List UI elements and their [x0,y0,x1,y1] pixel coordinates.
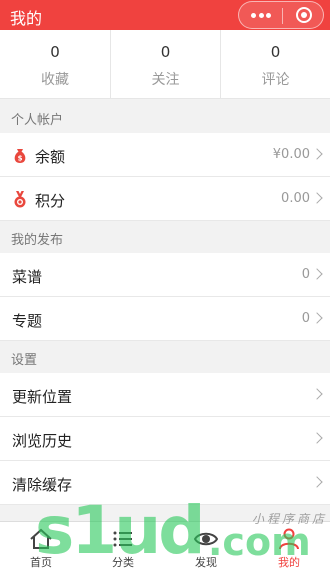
nav-header: 我的 [0,0,330,30]
row-label: 专题 [12,312,43,330]
tab-discover[interactable]: 发现 [165,522,247,575]
money-bag-icon: $ [14,149,26,163]
section-title: 个人帐户 [11,113,64,128]
points-value: 0.00 [281,191,310,206]
stats-bar: 0 收藏 0 关注 0 评论 [0,30,330,99]
section-header-account: 个人帐户 [0,101,330,133]
chevron-right-icon [311,192,323,204]
chevron-right-icon [311,312,323,324]
tab-bar: 首页 分类 发现 我的 [0,521,330,575]
section-title: 我的发布 [11,233,64,248]
chevron-right-icon [311,432,323,444]
svg-text:$: $ [18,155,23,163]
chevron-right-icon [311,148,323,160]
topics-count: 0 [301,311,310,326]
eye-icon [194,532,218,546]
row-label: 余额 [35,148,66,166]
tab-mine[interactable]: 我的 [248,522,330,575]
stat-comments-label: 评论 [261,72,290,88]
tab-label: 我的 [278,556,300,569]
more-options-icon[interactable] [251,13,271,18]
person-icon [279,528,299,550]
row-label: 积分 [35,192,66,210]
stat-following-count: 0 [160,43,171,61]
chevron-right-icon [311,476,323,488]
page-title: 我的 [10,9,43,28]
row-balance[interactable]: $ 余额 ¥0.00 [0,133,330,177]
stat-favorites-count: 0 [50,43,60,61]
row-update-location[interactable]: 更新位置 [0,373,330,417]
row-label: 更新位置 [12,388,73,406]
capsule-menu [238,1,324,29]
tab-label: 分类 [112,556,134,569]
row-label: 浏览历史 [12,432,73,450]
stat-comments[interactable]: 0 评论 [220,30,330,99]
recipes-count: 0 [301,267,310,282]
stat-comments-count: 0 [270,43,281,61]
tab-home[interactable]: 首页 [0,522,82,575]
tab-label: 发现 [195,556,217,569]
medal-icon [14,191,26,208]
list-icon [113,531,132,547]
section-title: 设置 [11,353,38,368]
chevron-right-icon [311,388,323,400]
tab-label: 首页 [30,556,52,569]
row-clear-cache[interactable]: 清除缓存 [0,461,330,505]
stat-favorites-label: 收藏 [41,72,69,88]
stat-favorites[interactable]: 0 收藏 [0,30,110,99]
row-points[interactable]: 积分 0.00 [0,177,330,221]
row-label: 清除缓存 [12,476,73,494]
row-recipes[interactable]: 菜谱 0 [0,253,330,297]
close-miniprogram-icon[interactable] [296,7,312,23]
row-label: 菜谱 [12,268,43,286]
section-header-publish: 我的发布 [0,221,330,253]
stat-following[interactable]: 0 关注 [110,30,220,99]
row-browse-history[interactable]: 浏览历史 [0,417,330,461]
balance-value: ¥0.00 [272,147,310,162]
home-icon [30,528,52,549]
capsule-divider [282,8,283,24]
section-header-settings: 设置 [0,341,330,373]
stat-following-label: 关注 [151,72,180,88]
row-topics[interactable]: 专题 0 [0,297,330,341]
tab-category[interactable]: 分类 [82,522,164,575]
chevron-right-icon [311,268,323,280]
